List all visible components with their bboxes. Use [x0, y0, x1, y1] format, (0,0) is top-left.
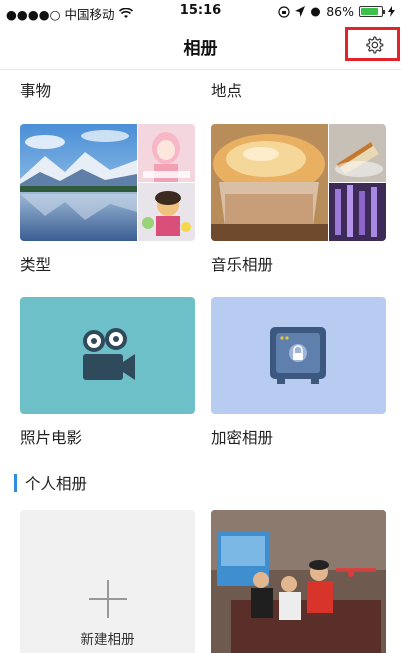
music-album-cover[interactable] [211, 124, 386, 241]
things-label[interactable]: 事物 [20, 79, 51, 101]
nav-bar: 相册 [0, 22, 401, 70]
cake-photo [329, 124, 386, 182]
safe-icon [270, 327, 326, 384]
cartoon-girl-photo [138, 124, 195, 182]
group-photo [211, 510, 386, 653]
section-accent-bar [14, 474, 17, 492]
music-albums-label[interactable]: 音乐相册 [211, 253, 273, 275]
lock-rotation-icon [278, 5, 290, 18]
battery-icon [359, 6, 385, 17]
personal-album-cover[interactable] [211, 510, 386, 653]
section-title: 个人相册 [25, 475, 88, 493]
battery-percent: 86% [326, 4, 354, 19]
encrypted-albums-label[interactable]: 加密相册 [211, 426, 273, 448]
alarm-icon [311, 7, 321, 17]
landscape-photo [20, 124, 137, 241]
settings-button[interactable] [345, 27, 400, 61]
photo-movie-tile[interactable] [20, 297, 195, 414]
personal-albums-header: 个人相册 [14, 472, 87, 494]
lavender-photo [329, 183, 386, 241]
souffle-photo [211, 124, 328, 241]
places-label[interactable]: 地点 [211, 79, 242, 101]
page-title: 相册 [183, 39, 218, 59]
types-album-cover[interactable] [20, 124, 195, 241]
movie-camera-icon [83, 328, 135, 380]
photo-movie-label[interactable]: 照片电影 [20, 426, 82, 448]
gear-icon [366, 36, 384, 54]
plus-icon [89, 580, 127, 618]
location-icon [295, 6, 306, 17]
new-album-label: 新建相册 [80, 632, 135, 648]
status-bar: ●●●●○ 中国移动 15:16 86% [0, 0, 401, 22]
charging-icon [388, 6, 395, 17]
cartoon-kids-photo [138, 183, 195, 241]
new-album-button[interactable]: 新建相册 [20, 510, 195, 653]
types-label[interactable]: 类型 [20, 253, 51, 275]
encrypted-album-tile[interactable] [211, 297, 386, 414]
